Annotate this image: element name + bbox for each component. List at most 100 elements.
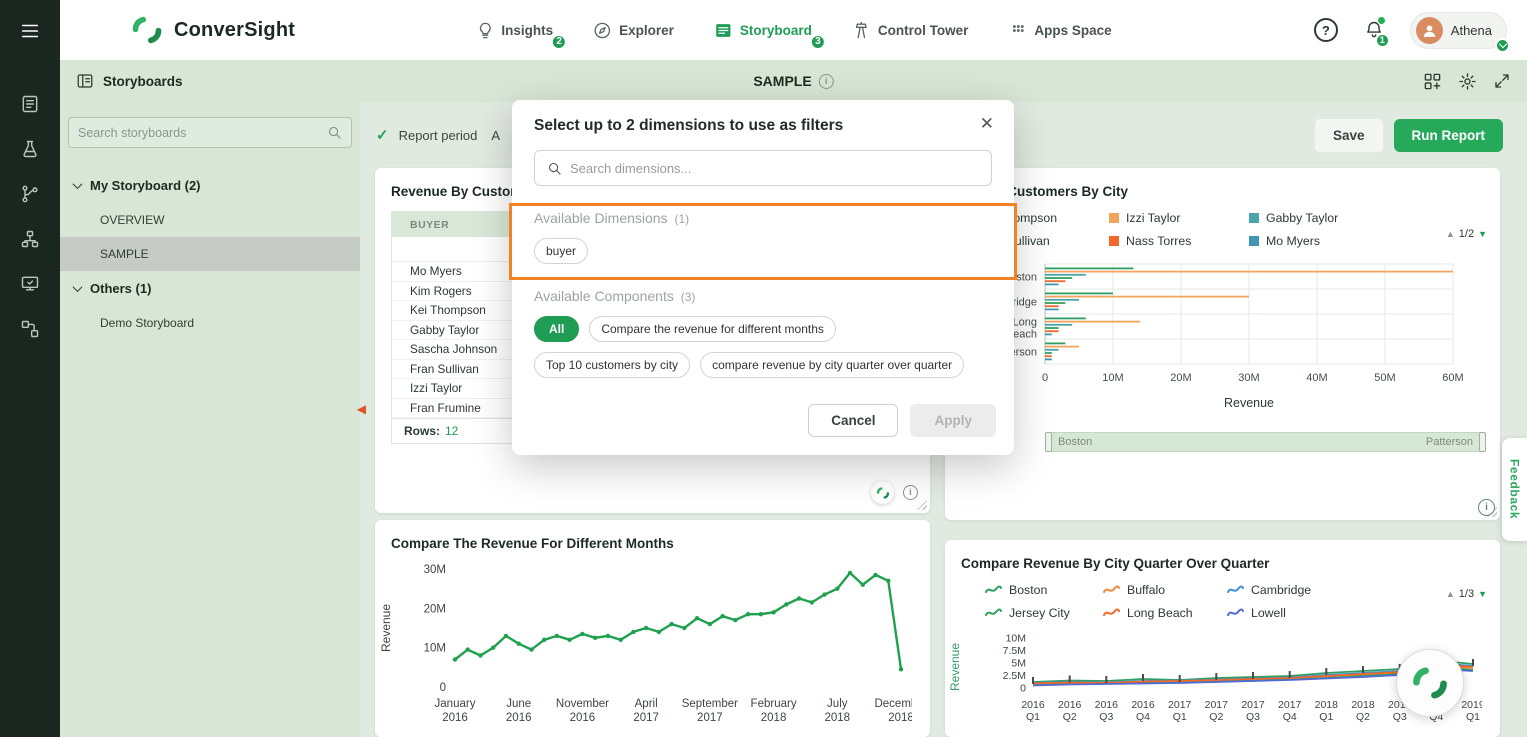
range-start-label: Boston [1058,436,1092,448]
legend-item-long-beach[interactable]: Long Beach [1103,606,1227,620]
nav-item-storyboard[interactable]: Storyboard3 [714,21,812,40]
nav-item-insights[interactable]: Insights2 [475,21,553,40]
rail-icons [20,94,40,339]
save-button[interactable]: Save [1314,118,1384,153]
run-report-button[interactable]: Run Report [1394,119,1504,152]
info-icon[interactable]: i [1478,499,1495,516]
dimension-search[interactable] [534,150,992,186]
storyboard-search[interactable] [68,117,352,148]
component-chips: All Compare the revenue for different mon… [534,316,992,378]
nav-badge: 3 [810,34,826,50]
collapse-panel-arrow[interactable]: ◀ [357,402,366,416]
legend-swatch [1227,608,1244,618]
legend-item-cambridge[interactable]: Cambridge [1227,583,1367,597]
customers-by-city-chart[interactable]: 010M20M30M40M50M60MBostonCambridgeLongBe… [945,254,1500,426]
expand-icon[interactable] [1493,72,1511,90]
svg-text:2016: 2016 [1095,699,1119,711]
tree-group-my-storyboard-(2)[interactable]: My Storyboard (2) [60,168,360,203]
search-input[interactable] [78,126,321,140]
sitemap-icon[interactable] [20,229,40,249]
resize-handle[interactable] [917,500,927,510]
page-down-icon[interactable]: ▼ [1478,229,1487,239]
svg-text:2016: 2016 [1131,699,1155,711]
legend-item-jersey-city[interactable]: Jersey City [985,606,1103,620]
range-handle-right[interactable] [1479,432,1486,452]
page-down-icon[interactable]: ▼ [1478,589,1487,599]
legend-item-gabby-taylor[interactable]: Gabby Taylor [1249,211,1419,225]
close-icon[interactable]: ✕ [980,115,994,132]
storyboards-header[interactable]: Storyboards [76,72,183,90]
tree-item-sample[interactable]: SAMPLE [60,237,360,271]
check-icon: ✓ [376,126,389,144]
component-chip[interactable]: Compare the revenue for different months [589,316,836,342]
svg-text:0: 0 [1042,372,1048,384]
tree-group-others-(1)[interactable]: Others (1) [60,271,360,306]
legend-item-izzi-taylor[interactable]: Izzi Taylor [1109,211,1249,225]
cancel-button[interactable]: Cancel [808,404,898,437]
legend-item-nass-torres[interactable]: Nass Torres [1109,234,1249,248]
brand[interactable]: ConverSight [130,13,295,47]
chart-range-selector[interactable]: Boston Patterson [1045,432,1486,452]
storyboard-tree: My Storyboard (2)OVERVIEW SAMPLE Others (1… [60,168,360,340]
city-buyers-legend: Kei ThompsonIzzi TaylorGabby TaylorFran … [961,211,1500,248]
legend-item-mo-myers[interactable]: Mo Myers [1249,234,1419,248]
component-chip[interactable]: Top 10 customers by city [534,352,690,378]
info-icon[interactable]: i [819,74,834,89]
svg-text:2017: 2017 [1278,699,1302,711]
feedback-label: Feedback [1508,459,1522,519]
available-components-label: Available Components (3) [534,288,992,304]
component-chip-all[interactable]: All [534,316,579,342]
athena-smiley-icon[interactable] [871,481,894,504]
buyer-cell: Mo Myers [410,264,462,278]
legend-pager: ▲ 1/3 ▼ [1446,588,1487,600]
branch-icon[interactable] [20,184,40,204]
component-chip[interactable]: compare revenue by city quarter over qua… [700,352,964,378]
dimension-chip-buyer[interactable]: buyer [534,238,588,264]
svg-text:Revenue: Revenue [948,643,962,691]
legend-item-boston[interactable]: Boston [985,583,1103,597]
user-menu[interactable]: Athena [1410,12,1507,49]
legend-item-lowell[interactable]: Lowell [1227,606,1367,620]
svg-text:July: July [827,698,848,710]
nav-item-apps-space[interactable]: Apps Space [1008,21,1111,40]
gear-icon[interactable] [1458,72,1477,91]
report-period-label[interactable]: Report period [399,128,478,143]
tree-item-demo-storyboard[interactable]: Demo Storyboard [60,306,360,340]
main-nav: Insights2 Explorer Storyboard3 Control Towe… [475,0,1111,60]
nav-item-control-tower[interactable]: Control Tower [852,21,969,40]
svg-text:Q1: Q1 [1319,711,1333,723]
svg-text:June: June [506,698,531,710]
control-tower-icon [852,21,871,40]
svg-text:10M: 10M [1006,633,1026,645]
monthly-revenue-chart[interactable]: 010M20M30MRevenueJanuary2016June2016Nove… [375,557,930,737]
help-button[interactable]: ? [1314,18,1338,42]
page-up-icon[interactable]: ▲ [1446,229,1455,239]
workflow-icon[interactable] [20,319,40,339]
menu-icon[interactable] [19,20,41,42]
legend-item-buffalo[interactable]: Buffalo [1103,583,1227,597]
form-icon[interactable] [20,94,40,114]
apply-button[interactable]: Apply [910,404,996,437]
topbar-right: ? 1 Athena [1314,0,1507,60]
nav-badge: 2 [551,34,567,50]
tree-item-label: SAMPLE [100,247,149,261]
notifications-button[interactable]: 1 [1364,20,1384,40]
tree-item-overview[interactable]: OVERVIEW [60,203,360,237]
buyer-cell: Gabby Taylor [410,323,479,337]
legend-swatch [1109,236,1119,246]
range-handle-left[interactable] [1045,432,1052,452]
legend-pager: ▲ 1/2 ▼ [1446,228,1487,240]
legend-swatch [1249,236,1259,246]
dimension-search-input[interactable] [570,161,979,176]
info-icon[interactable]: i [903,485,918,500]
feedback-tab[interactable]: Feedback [1502,438,1527,541]
grid-add-icon[interactable] [1423,72,1442,91]
page-up-icon[interactable]: ▲ [1446,589,1455,599]
flask-icon[interactable] [20,139,40,159]
svg-text:40M: 40M [1306,372,1327,384]
svg-text:December: December [874,698,912,710]
customers-by-city-card: Top 10 Customers By City ▲ 1/2 ▼ Kei Tho… [945,168,1500,520]
nav-item-explorer[interactable]: Explorer [593,21,674,40]
svg-text:7.5M: 7.5M [1003,645,1026,657]
monitor-check-icon[interactable] [20,274,40,294]
